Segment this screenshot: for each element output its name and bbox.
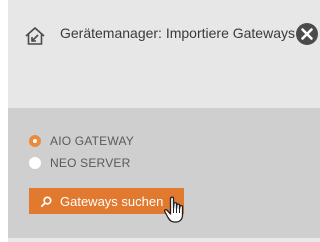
- search-icon: [41, 195, 52, 207]
- search-button-label: Gateways suchen: [60, 193, 164, 209]
- hand-cursor-icon: [164, 196, 184, 223]
- search-gateways-button[interactable]: Gateways suchen: [29, 188, 184, 214]
- dialog-bottom-edge: [8, 238, 320, 242]
- house-icon: [25, 27, 45, 45]
- radio-option-aio-gateway[interactable]: AIO GATEWAY: [29, 133, 134, 149]
- close-icon[interactable]: [295, 22, 319, 46]
- radio-button-selected[interactable]: [29, 135, 41, 147]
- radio-label: NEO SERVER: [50, 156, 131, 170]
- radio-label: AIO GATEWAY: [50, 134, 134, 148]
- gateway-import-dialog: Gerätemanager: Importiere Gateways AIO G…: [8, 0, 320, 242]
- radio-button[interactable]: [29, 157, 41, 169]
- dialog-title: Gerätemanager: Importiere Gateways: [60, 25, 295, 41]
- radio-option-neo-server[interactable]: NEO SERVER: [29, 155, 130, 171]
- dialog-header: Gerätemanager: Importiere Gateways: [8, 0, 320, 108]
